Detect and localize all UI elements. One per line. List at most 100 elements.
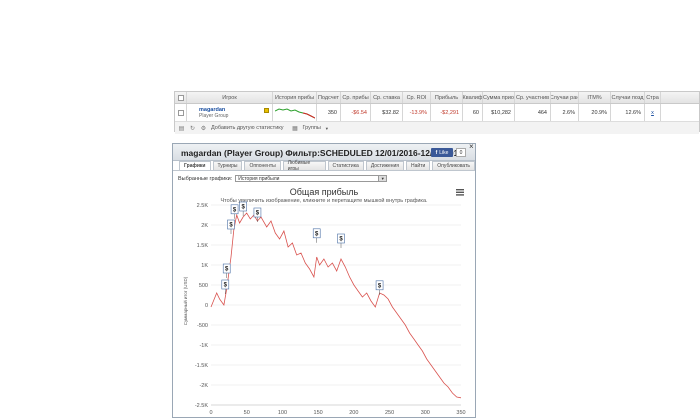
like-count: 0 [456,148,466,157]
markers: $$$$ $$$$$ [221,201,384,295]
select-all-cell[interactable] [175,92,187,103]
dollar-marker[interactable]: $ [221,279,230,294]
dollar-marker[interactable]: $ [222,263,231,278]
grid [211,204,461,406]
calendar-icon: ▦ [292,125,298,132]
col-header[interactable]: Подсчет [317,92,341,103]
col-header[interactable]: История прибы [273,92,317,103]
player-dialog: magardan (Player Group) Фильтр:SCHEDULED… [172,142,476,418]
chart-select-row: Выбранные графики: История прибыли ▼ [178,175,388,182]
chevron-down-icon[interactable]: ▼ [378,176,387,181]
dollar-marker[interactable]: $ [253,207,262,222]
select-all-checkbox[interactable] [177,94,184,101]
y-tick-label: 0 [205,303,208,309]
profit-chart[interactable]: Общая прибыль Чтобы увеличить изображени… [176,183,472,417]
facebook-like-button[interactable]: f Like [431,148,453,157]
col-header[interactable]: Ср. прибы [341,92,371,103]
row-checkbox-cell[interactable] [175,104,187,121]
avg-entrants-cell: 464 [515,104,551,121]
x-tick-label: 150 [314,410,323,416]
dollar-marker[interactable]: $ [312,228,321,243]
col-header[interactable]: ITM% [579,92,611,103]
player-cell: magardan Player Group [187,104,273,121]
like-label: Like [439,149,449,156]
chart-title: Общая прибыль [290,187,359,197]
x-tick-label: 350 [456,410,465,416]
chart-svg[interactable]: Общая прибыль Чтобы увеличить изображени… [176,183,472,417]
table-header: Игрок История прибы Подсчет Ср. прибы Ср… [175,92,699,104]
y-tick-label: -1.5K [195,363,208,369]
count-cell: 350 [317,104,341,121]
avg-roi-cell: -13.9% [403,104,431,121]
dollar-marker[interactable]: $ [337,233,345,248]
chart-select-label: Выбранные графики: [178,175,233,182]
tab-achievements[interactable]: Достижения [365,161,405,170]
y-tick-label: -500 [197,323,208,329]
player-stats-table: Игрок История прибы Подсчет Ср. прибы Ср… [174,91,700,134]
y-tick-label: 2K [201,223,208,229]
tab-publish[interactable]: Опубликовать [432,161,475,170]
row-checkbox[interactable] [177,109,184,116]
y-ticks: 2.5K 2K 1.5K 1K 500 0 -500 -1K -1.5K -2K -2.5K [195,203,208,409]
col-header[interactable]: Прибыль [431,92,463,103]
dialog-tabs: Графики Турниры Оппоненты Любимые игры С… [179,160,475,172]
groups-dropdown[interactable]: Группы [303,125,321,131]
tab-divider [173,170,475,171]
y-tick-label: 2.5K [197,203,209,209]
col-header[interactable]: Ср. ставка [371,92,403,103]
print-icon[interactable]: ▤ [178,125,185,132]
x-tick-label: 100 [278,410,287,416]
col-header[interactable]: Сумма прио [483,92,515,103]
tab-tournaments[interactable]: Турниры [212,161,243,170]
y-tick-label: 1.5K [197,243,209,249]
x-tick-label: 0 [209,410,212,416]
table-row[interactable]: magardan Player Group 350 -$6.54 $32.82 … [175,104,699,122]
settings-icon[interactable]: ⚙ [200,125,207,132]
col-header[interactable]: Ср. участнив [515,92,551,103]
y-tick-label: 1K [201,263,208,269]
y-tick-label: 500 [199,283,208,289]
chart-select[interactable]: История прибыли ▼ [235,175,388,182]
facebook-icon: f [435,149,438,156]
itm-cell: 20.9% [579,104,611,121]
profit-sparkline-cell [273,104,317,121]
col-header[interactable]: Квалиф [463,92,483,103]
refresh-icon[interactable]: ↻ [189,125,196,132]
x-tick-label: 200 [349,410,358,416]
tab-charts[interactable]: Графики [179,161,211,170]
close-icon[interactable]: × [469,142,474,151]
player-group: Player Group [199,112,229,119]
x-tick-label: 50 [244,410,250,416]
qualif-cell: 60 [463,104,483,121]
col-header[interactable]: Игрок [187,92,273,103]
add-stat-link[interactable]: Добавить другую статистику [211,125,284,131]
dialog-titlebar[interactable]: magardan (Player Group) Фильтр:SCHEDULED… [173,142,475,161]
tab-statistics[interactable]: Статистика [327,161,364,170]
y-tick-label: -2.5K [195,403,208,409]
tab-find[interactable]: Найти [406,161,431,170]
profit-cell: -$2,291 [431,104,463,121]
col-header[interactable]: Стра [645,92,661,103]
prize-sum-cell: $10,282 [483,104,515,121]
menu-icon[interactable] [456,189,464,196]
dollar-marker[interactable]: $ [375,280,384,295]
early-cell: 2.6% [551,104,579,121]
x-tick-label: 250 [385,410,394,416]
col-header[interactable]: Случаи позд [611,92,645,103]
profit-sparkline [274,107,315,118]
x-tick-label: 300 [421,410,430,416]
tab-opponents[interactable]: Оппоненты [244,161,281,170]
x-ticks: 0 50 100 150 200 250 300 350 [209,410,465,416]
avg-stake-cell: $32.82 [371,104,403,121]
dialog-title: magardan (Player Group) Фильтр:SCHEDULED… [181,148,464,158]
y-tick-label: -2K [199,383,208,389]
chart-select-value: История прибыли [238,175,280,182]
tab-favorite-games[interactable]: Любимые игры [282,160,326,172]
chevron-down-icon[interactable]: ▼ [325,126,329,131]
remove-link[interactable]: x [645,104,661,121]
avg-profit-cell: -$6.54 [341,104,371,121]
y-tick-label: -1K [199,343,208,349]
col-header[interactable]: Ср. ROI [403,92,431,103]
table-toolbar: ▤ ↻ ⚙ Добавить другую статистику ▦ Групп… [175,122,699,134]
col-header[interactable]: Случаи ран [551,92,579,103]
